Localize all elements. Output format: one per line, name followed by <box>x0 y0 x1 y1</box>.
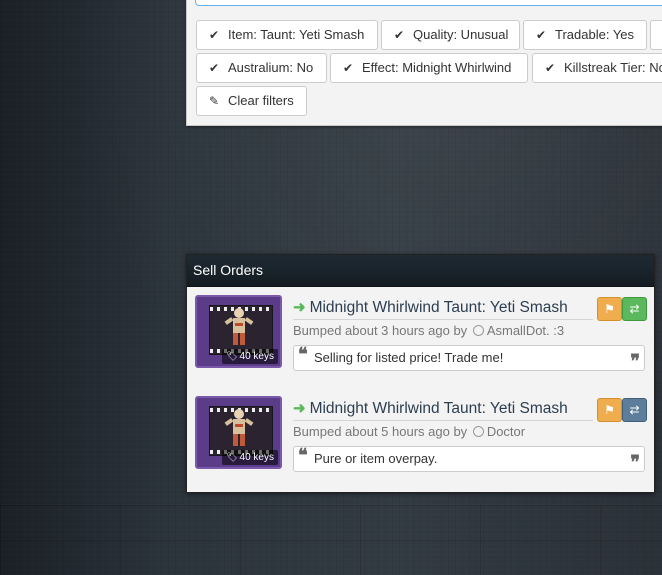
quote-right-icon: ❞ <box>630 351 640 372</box>
flag-icon: ⚑ <box>604 302 615 316</box>
comment-text: Selling for listed price! Trade me! <box>314 350 504 365</box>
filter-chip-quality[interactable]: ✔ Quality: Unusual <box>381 20 520 50</box>
check-icon: ✔ <box>536 28 547 42</box>
listing-title-row: ➜ Midnight Whirlwind Taunt: Yeti Smash <box>293 298 593 320</box>
sell-order-item: 🏷 40 keys ➜ Midnight Whirlwind Taunt: Yeti… <box>195 295 647 372</box>
user-link[interactable]: AsmallDot. :3 <box>487 323 564 338</box>
filter-chip-label: Australium: No <box>228 60 314 75</box>
filter-chip-label: Killstreak Tier: No <box>564 60 662 75</box>
price-tag: 🏷 40 keys <box>222 450 278 465</box>
price-tag: 🏷 40 keys <box>222 349 278 364</box>
sell-order-item: 🏷 40 keys ➜ Midnight Whirlwind Taunt: Yeti… <box>195 396 647 473</box>
tag-icon: 🏷 <box>226 351 238 361</box>
flag-icon: ⚑ <box>604 403 615 417</box>
filter-chip-more[interactable] <box>650 20 662 50</box>
bumped-text: Bumped about 3 hours ago by <box>293 323 468 338</box>
filter-chip-item[interactable]: ✔ Item: Taunt: Yeti Smash <box>196 20 378 50</box>
report-flag-button[interactable]: ⚑ <box>597 297 622 321</box>
exchange-icon: ⇄ <box>629 403 640 417</box>
clear-filters-label: Clear filters <box>228 93 294 108</box>
listing-comment: ❝ Pure or item overpay. ❞ <box>293 445 645 473</box>
report-flag-button[interactable]: ⚑ <box>597 398 622 422</box>
price-label: 40 keys <box>239 452 274 463</box>
filter-chip-australium[interactable]: ✔ Australium: No <box>196 53 327 83</box>
tag-icon: 🏷 <box>226 452 238 462</box>
yeti-figure-icon <box>224 308 254 345</box>
background-bricks <box>0 505 662 575</box>
filter-chip-killstreak[interactable]: ✔ Killstreak Tier: No <box>532 53 662 83</box>
filter-chip-label: Tradable: Yes <box>555 27 635 42</box>
clear-filters-button[interactable]: ✎ Clear filters <box>196 86 307 116</box>
item-thumbnail[interactable]: 🏷 40 keys <box>195 396 282 469</box>
sell-orders-header: Sell Orders <box>187 255 654 287</box>
bumped-info: Bumped about 5 hours ago by Doctor <box>293 424 525 439</box>
bumped-text: Bumped about 5 hours ago by <box>293 424 468 439</box>
quote-left-icon: ❝ <box>298 344 308 365</box>
filter-panel: ✔ Item: Taunt: Yeti Smash ✔ Quality: Unusu… <box>186 0 662 126</box>
user-status-icon <box>472 325 484 336</box>
yeti-figure-icon <box>224 409 254 446</box>
check-icon: ✔ <box>545 61 556 75</box>
divider <box>293 420 593 421</box>
filter-chip-label: Item: Taunt: Yeti Smash <box>228 27 365 42</box>
quote-left-icon: ❝ <box>298 445 308 466</box>
check-icon: ✔ <box>394 28 405 42</box>
check-icon: ✔ <box>209 61 220 75</box>
filter-chip-effect[interactable]: ✔ Effect: Midnight Whirlwind <box>330 53 528 83</box>
price-label: 40 keys <box>239 351 274 362</box>
arrow-right-icon: ➜ <box>293 299 306 316</box>
user-link[interactable]: Doctor <box>487 424 525 439</box>
listing-comment: ❝ Selling for listed price! Trade me! ❞ <box>293 344 645 372</box>
listing-title-row: ➜ Midnight Whirlwind Taunt: Yeti Smash <box>293 399 593 421</box>
comment-text: Pure or item overpay. <box>314 451 438 466</box>
listing-title[interactable]: Midnight Whirlwind Taunt: Yeti Smash <box>310 400 568 417</box>
user-status-icon <box>472 426 484 437</box>
item-thumbnail[interactable]: 🏷 40 keys <box>195 295 282 368</box>
arrow-right-icon: ➜ <box>293 400 306 417</box>
quote-right-icon: ❞ <box>630 452 640 473</box>
filter-input[interactable] <box>195 0 662 6</box>
bumped-info: Bumped about 3 hours ago by AsmallDot. :… <box>293 323 564 338</box>
listing-title[interactable]: Midnight Whirlwind Taunt: Yeti Smash <box>310 299 568 316</box>
exchange-icon: ⇄ <box>629 302 640 316</box>
check-icon: ✔ <box>343 61 354 75</box>
eraser-icon: ✎ <box>209 94 220 108</box>
sell-orders-panel: Sell Orders 🏷 40 keys ➜ Midnight Whirlwind… <box>186 254 655 493</box>
filter-chip-label: Quality: Unusual <box>413 27 509 42</box>
check-icon: ✔ <box>209 28 220 42</box>
send-offer-button[interactable]: ⇄ <box>622 297 647 321</box>
filter-chip-label: Effect: Midnight Whirlwind <box>362 60 512 75</box>
divider <box>293 319 593 320</box>
send-offer-button[interactable]: ⇄ <box>622 398 647 422</box>
filter-chip-tradable[interactable]: ✔ Tradable: Yes <box>523 20 647 50</box>
